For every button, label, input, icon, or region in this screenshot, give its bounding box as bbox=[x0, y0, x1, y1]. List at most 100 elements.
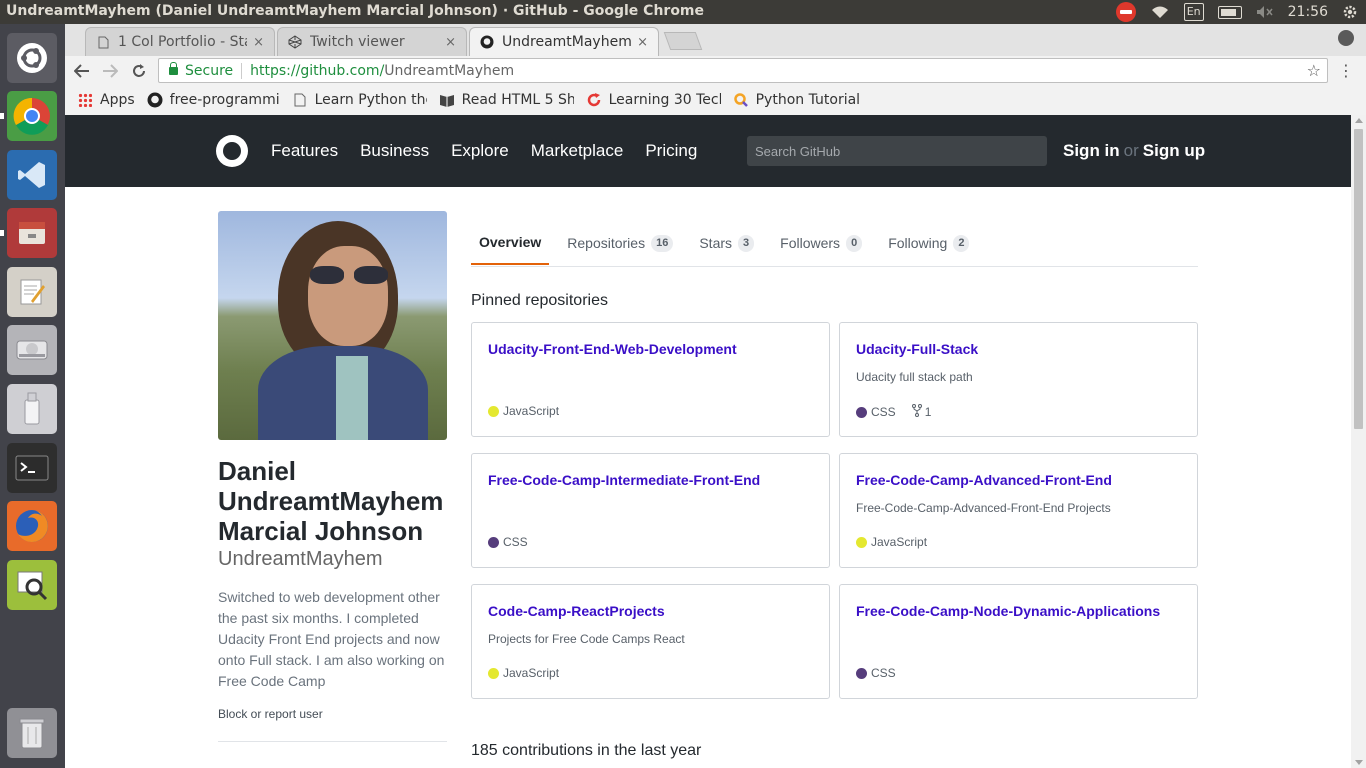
page-icon bbox=[96, 35, 110, 49]
tab-strip: 1 Col Portfolio - Sta × Twitch viewer × … bbox=[65, 24, 1366, 56]
github-icon bbox=[480, 35, 494, 49]
bookmark-learning-30-tech[interactable]: Learning 30 Tech bbox=[586, 92, 721, 108]
sign-up-link[interactable]: Sign up bbox=[1143, 141, 1205, 160]
no-entry-icon[interactable] bbox=[1115, 2, 1136, 22]
ubuntu-dash-icon[interactable] bbox=[7, 33, 57, 83]
chrome-launcher-icon[interactable] bbox=[7, 91, 57, 141]
repo-name-link[interactable]: Code-Camp-ReactProjects bbox=[488, 603, 665, 619]
bookmark-apps[interactable]: Apps bbox=[77, 92, 135, 108]
tab-close-icon[interactable]: × bbox=[253, 35, 264, 50]
bookmark-star-icon[interactable]: ☆ bbox=[1307, 61, 1321, 80]
bookmarks-bar: Apps free-programmi Learn Python the Rea… bbox=[65, 86, 1366, 114]
repo-name-link[interactable]: Free-Code-Camp-Intermediate-Front-End bbox=[488, 472, 760, 488]
image-viewer-icon[interactable] bbox=[7, 560, 57, 610]
vscode-launcher-icon[interactable] bbox=[7, 150, 57, 200]
fork-icon[interactable] bbox=[911, 404, 922, 420]
github-icon bbox=[147, 92, 163, 108]
tab-stars[interactable]: Stars 3 bbox=[691, 221, 762, 265]
settings-gear-icon[interactable] bbox=[1342, 4, 1358, 20]
repo-description: Free-Code-Camp-Advanced-Front-End Projec… bbox=[856, 501, 1111, 515]
scroll-thumb[interactable] bbox=[1354, 129, 1363, 429]
pinned-heading: Pinned repositories bbox=[471, 292, 608, 309]
avatar[interactable] bbox=[218, 211, 447, 440]
tab-following[interactable]: Following 2 bbox=[880, 221, 977, 265]
profile-icon[interactable] bbox=[1338, 30, 1354, 46]
file-manager-icon[interactable] bbox=[7, 208, 57, 258]
sign-in-link[interactable]: Sign in bbox=[1063, 141, 1120, 160]
scroll-down-arrow-icon[interactable] bbox=[1355, 760, 1363, 765]
repo-language: JavaScript bbox=[503, 404, 560, 418]
nav-pricing[interactable]: Pricing bbox=[645, 141, 697, 161]
tab-overview[interactable]: Overview bbox=[471, 221, 550, 265]
pinned-repo-card: Udacity-Full-Stack Udacity full stack pa… bbox=[839, 322, 1198, 437]
repo-name-link[interactable]: Udacity-Front-End-Web-Development bbox=[488, 341, 737, 357]
bookmark-read-html5[interactable]: Read HTML 5 Sho bbox=[439, 92, 574, 108]
sidebar-divider bbox=[218, 741, 447, 742]
tab-close-icon[interactable]: × bbox=[637, 35, 648, 50]
keyboard-layout-indicator[interactable]: En bbox=[1183, 3, 1204, 21]
tab-close-icon[interactable]: × bbox=[445, 35, 456, 50]
nav-marketplace[interactable]: Marketplace bbox=[531, 141, 624, 161]
usb-drive-icon[interactable] bbox=[7, 384, 57, 434]
trash-icon[interactable] bbox=[7, 708, 57, 758]
firefox-icon[interactable] bbox=[7, 501, 57, 551]
github-search-input[interactable] bbox=[747, 136, 1047, 166]
tab-label: Overview bbox=[479, 234, 542, 250]
page-scrollbar[interactable] bbox=[1351, 115, 1366, 768]
browser-toolbar: Secure https://github.com/ UndreamtMayhe… bbox=[65, 56, 1366, 86]
bookmark-python-tutorial[interactable]: Python Tutorial bbox=[733, 92, 860, 108]
page-viewport: Features Business Explore Marketplace Pr… bbox=[65, 115, 1351, 768]
volume-muted-icon[interactable] bbox=[1256, 5, 1274, 19]
address-bar[interactable]: Secure https://github.com/ UndreamtMayhe… bbox=[158, 58, 1328, 83]
fullname-line: Daniel bbox=[218, 456, 297, 486]
repo-meta: CSS bbox=[488, 535, 528, 549]
contributions-heading: 185 contributions in the last year bbox=[471, 742, 702, 759]
fullname-line: UndreamtMayhem bbox=[218, 486, 444, 516]
bookmark-learn-python[interactable]: Learn Python the bbox=[292, 92, 427, 108]
nav-features[interactable]: Features bbox=[271, 141, 338, 161]
github-nav: Features Business Explore Marketplace Pr… bbox=[271, 141, 697, 161]
tab-counter: 3 bbox=[738, 234, 755, 252]
repo-meta: CSS bbox=[856, 666, 896, 680]
repo-language: CSS bbox=[871, 405, 896, 419]
wifi-icon[interactable] bbox=[1150, 4, 1170, 20]
reload-icon[interactable] bbox=[128, 60, 150, 82]
nav-business[interactable]: Business bbox=[360, 141, 429, 161]
unity-launcher bbox=[0, 24, 65, 768]
tab-portfolio[interactable]: 1 Col Portfolio - Sta × bbox=[85, 27, 275, 56]
repo-language: JavaScript bbox=[503, 666, 560, 680]
scroll-up-arrow-icon[interactable] bbox=[1355, 118, 1363, 123]
back-arrow-icon[interactable] bbox=[71, 60, 93, 82]
battery-icon[interactable] bbox=[1217, 5, 1242, 19]
text-editor-icon[interactable] bbox=[7, 267, 57, 317]
repo-name-link[interactable]: Udacity-Full-Stack bbox=[856, 341, 978, 357]
github-header: Features Business Explore Marketplace Pr… bbox=[65, 115, 1351, 187]
tab-repositories[interactable]: Repositories 16 bbox=[559, 221, 681, 265]
new-tab-button[interactable] bbox=[663, 32, 703, 50]
menu-dots-icon[interactable]: ⋮ bbox=[1338, 61, 1354, 80]
fork-count[interactable]: 1 bbox=[925, 405, 932, 419]
tab-followers[interactable]: Followers 0 bbox=[772, 221, 870, 265]
repo-name-link[interactable]: Free-Code-Camp-Advanced-Front-End bbox=[856, 472, 1112, 488]
terminal-icon[interactable] bbox=[7, 443, 57, 493]
repo-name-link[interactable]: Free-Code-Camp-Node-Dynamic-Applications bbox=[856, 603, 1160, 619]
tab-github-profile[interactable]: UndreamtMayhem × bbox=[469, 27, 659, 56]
tab-label: Repositories bbox=[567, 235, 646, 251]
clock[interactable]: 21:56 bbox=[1288, 4, 1328, 20]
running-indicator bbox=[0, 113, 4, 119]
profile-bio: Switched to web development other the pa… bbox=[218, 589, 445, 689]
apps-grid-icon bbox=[77, 92, 93, 108]
bookmark-label: Learning 30 Tech bbox=[608, 92, 721, 108]
repo-meta: JavaScript bbox=[488, 666, 559, 680]
forward-arrow-icon[interactable] bbox=[99, 60, 121, 82]
repo-meta: JavaScript bbox=[856, 535, 927, 549]
disk-drive-icon[interactable] bbox=[7, 325, 57, 375]
lock-icon bbox=[169, 61, 178, 75]
tab-counter: 0 bbox=[846, 234, 863, 252]
nav-explore[interactable]: Explore bbox=[451, 141, 509, 161]
language-color-dot bbox=[488, 405, 499, 417]
github-logo-icon[interactable] bbox=[216, 135, 248, 167]
block-report-link[interactable]: Block or report user bbox=[218, 707, 323, 721]
tab-twitch-viewer[interactable]: Twitch viewer × bbox=[277, 27, 467, 56]
bookmark-free-programming[interactable]: free-programmi bbox=[147, 92, 280, 108]
